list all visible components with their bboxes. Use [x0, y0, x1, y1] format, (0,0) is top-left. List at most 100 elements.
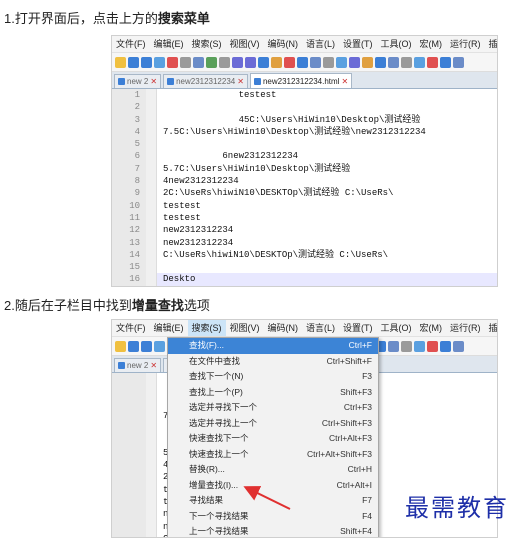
menu-item[interactable]: 插 [485, 36, 498, 52]
toolbar-button-icon[interactable] [258, 56, 269, 68]
close-icon[interactable]: ✕ [237, 75, 244, 88]
toolbar-button-icon[interactable] [128, 340, 139, 352]
close-icon[interactable]: ✕ [341, 75, 348, 88]
search-menu-item[interactable]: 选定并寻找下一个 Ctrl+F3 [168, 400, 378, 416]
line-text: 2C:\UseRs\hiwiN10\DESKTOp\测试经验 C:\UseRs\ [163, 188, 394, 199]
toolbar-button-icon[interactable] [245, 56, 256, 68]
toolbar-button-icon[interactable] [193, 56, 204, 68]
step-2-tail: 选项 [183, 298, 210, 313]
toolbar-button-icon[interactable] [375, 56, 386, 68]
menu-item[interactable]: 设置(T) [339, 320, 377, 336]
line-number: 9 [112, 187, 146, 200]
toolbar-button-icon[interactable] [453, 56, 464, 68]
fold-margin [146, 150, 157, 163]
menu-item[interactable]: 插件(P) [485, 320, 498, 336]
toolbar-button-icon[interactable] [115, 340, 126, 352]
toolbar-button-icon[interactable] [219, 56, 230, 68]
search-menu-item[interactable]: 查找(F)... Ctrl+F [168, 338, 378, 354]
toolbar-button-icon[interactable] [401, 340, 412, 352]
step-2-caption: 2.随后在子栏目中找到增量查找选项 [4, 295, 210, 314]
menu-item[interactable]: 视图(V) [226, 36, 264, 52]
close-icon[interactable]: ✕ [150, 75, 157, 88]
menu-item-label: 增量查找(I)... [189, 479, 239, 490]
menu-item[interactable]: 宏(M) [416, 36, 447, 52]
file-tab[interactable]: new 2 ✕ [114, 358, 162, 372]
toolbar-button-icon[interactable] [167, 56, 178, 68]
menu-item[interactable]: 编辑(E) [150, 320, 188, 336]
toolbar-button-icon[interactable] [232, 56, 243, 68]
toolbar-button-icon[interactable] [362, 56, 373, 68]
toolbar-button-icon[interactable] [388, 56, 399, 68]
close-icon[interactable]: ✕ [150, 359, 157, 372]
toolbar-button-icon[interactable] [453, 340, 464, 352]
editor[interactable]: 1 testest 2 3 45C:\Users\HiWin10\Desktop\测… [112, 89, 497, 286]
search-menu-item[interactable]: 下一个寻找结果 F4 [168, 509, 378, 525]
toolbar-button-icon[interactable] [427, 340, 438, 352]
file-tab[interactable]: new2312312234.html✕ [249, 73, 353, 88]
search-menu-item[interactable]: 查找下一个(N) F3 [168, 369, 378, 385]
menu-item[interactable]: 工具(O) [377, 36, 416, 52]
editor-line: 5 [112, 138, 497, 151]
toolbar-button-icon[interactable] [349, 56, 360, 68]
search-menu-item[interactable]: 寻找结果 F7 [168, 493, 378, 509]
menu-item[interactable]: 文件(F) [112, 320, 150, 336]
search-menu-item[interactable]: 快速查找上一个 Ctrl+Alt+Shift+F3 [168, 447, 378, 463]
menu-bar: 文件(F) 编辑(E) 搜索(S) 视图(V) 编码(N) 语言(L) 设置(T) 工具(O)… [112, 36, 497, 53]
toolbar-button-icon[interactable] [414, 340, 425, 352]
toolbar-button-icon[interactable] [297, 56, 308, 68]
tab-label: new 2 [127, 77, 149, 86]
menu-item[interactable]: 工具(O) [377, 320, 416, 336]
line-number [112, 446, 146, 460]
menu-item[interactable]: 语言(L) [302, 36, 339, 52]
toolbar-button-icon[interactable] [128, 56, 139, 68]
menu-item[interactable]: 编码(N) [264, 36, 303, 52]
toolbar-button-icon[interactable] [310, 56, 321, 68]
toolbar-button-icon[interactable] [154, 340, 165, 352]
toolbar-button-icon[interactable] [427, 56, 438, 68]
line-number [112, 520, 146, 533]
step-1-text: 打开界面后，点击上方的 [14, 11, 158, 26]
search-menu-item[interactable]: 增量查找(I)... Ctrl+Alt+I [168, 478, 378, 494]
toolbar-button-icon[interactable] [154, 56, 165, 68]
menu-item[interactable]: 设置(T) [339, 36, 377, 52]
menu-item[interactable]: 编辑(E) [150, 36, 188, 52]
menu-item[interactable]: 视图(V) [226, 320, 264, 336]
toolbar-button-icon[interactable] [388, 340, 399, 352]
menu-item[interactable]: 运行(R) [446, 320, 485, 336]
line-text [157, 138, 163, 150]
toolbar-button-icon[interactable] [440, 340, 451, 352]
toolbar-button-icon[interactable] [206, 56, 217, 68]
menu-item-label: 下一个寻找结果 [189, 510, 249, 521]
toolbar-button-icon[interactable] [284, 56, 295, 68]
search-menu-item[interactable]: 选定并寻找上一个 Ctrl+Shift+F3 [168, 416, 378, 432]
search-menu-item[interactable]: 快速查找下一个 Ctrl+Alt+F3 [168, 431, 378, 447]
menu-item[interactable]: 编码(N) [264, 320, 303, 336]
menu-item[interactable]: 搜索(S) [188, 36, 226, 52]
editor-line: 4 7.5C:\Users\HiWin10\Desktop\测试经验\new231… [112, 125, 497, 139]
menu-item[interactable]: 宏(M) [416, 320, 447, 336]
menu-item-label: 查找下一个(N) [189, 371, 244, 381]
menu-item[interactable]: 搜索(S) [187, 320, 226, 336]
file-tab[interactable]: new2312312234✕ [163, 74, 248, 88]
step-1-caption: 1.打开界面后，点击上方的搜索菜单 [4, 8, 210, 27]
search-menu-item[interactable]: 替换(R)... Ctrl+H [168, 462, 378, 478]
toolbar-button-icon[interactable] [141, 340, 152, 352]
toolbar-button-icon[interactable] [440, 56, 451, 68]
menu-item-label: 在文件中查找 [189, 355, 241, 366]
toolbar-button-icon[interactable] [115, 56, 126, 68]
search-menu-item[interactable]: 在文件中查找 Ctrl+Shift+F [168, 354, 378, 370]
toolbar-button-icon[interactable] [141, 56, 152, 68]
search-menu-item[interactable]: 查找上一个(P) Shift+F3 [168, 385, 378, 401]
toolbar-button-icon[interactable] [336, 56, 347, 68]
toolbar-button-icon[interactable] [271, 56, 282, 68]
menu-item[interactable]: 文件(F) [112, 36, 150, 52]
toolbar-button-icon[interactable] [180, 56, 191, 68]
toolbar-button-icon[interactable] [414, 56, 425, 68]
toolbar-button-icon[interactable] [401, 56, 412, 68]
menu-item[interactable]: 语言(L) [302, 320, 339, 336]
editor-line: 7 5.7C:\Users\HiWin10\Desktop\测试经验 [112, 162, 497, 176]
toolbar-button-icon[interactable] [323, 56, 334, 68]
menu-item[interactable]: 运行(R) [446, 36, 485, 52]
line-number [112, 385, 146, 398]
file-tab[interactable]: new 2 ✕ [114, 74, 162, 88]
